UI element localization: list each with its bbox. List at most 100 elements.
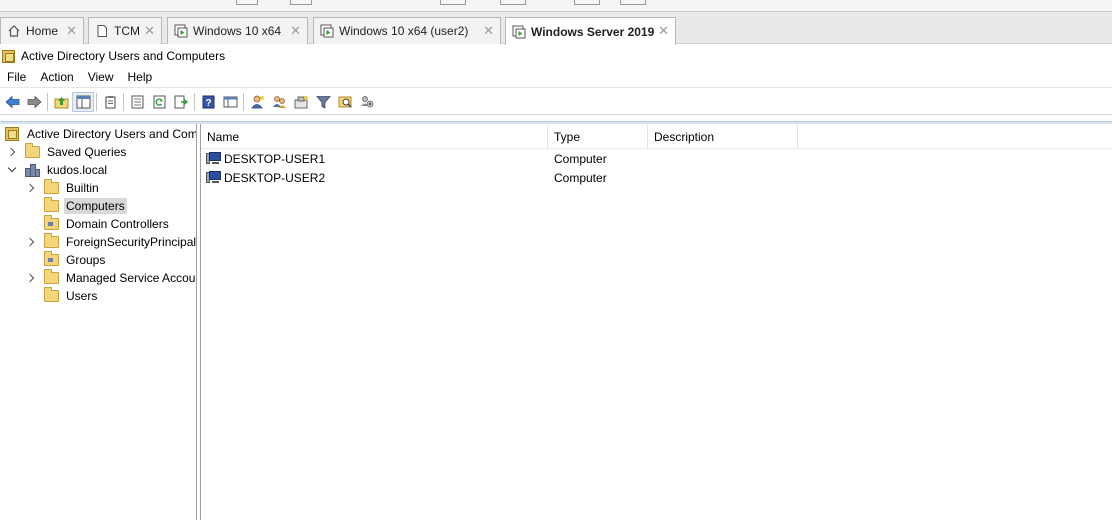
export-list-icon xyxy=(174,95,188,108)
list-row[interactable]: DESKTOP-USER1 Computer xyxy=(201,149,1112,168)
tab-home[interactable]: Home ✕ xyxy=(0,17,84,44)
properties-icon xyxy=(131,95,143,108)
close-icon[interactable]: ✕ xyxy=(66,23,77,39)
close-icon[interactable]: ✕ xyxy=(290,23,301,39)
chevron-right-icon[interactable] xyxy=(26,273,36,283)
forward-arrow-icon xyxy=(27,95,42,108)
tree-root-label: Active Directory Users and Com xyxy=(27,127,197,141)
clipboard-button[interactable] xyxy=(99,92,121,112)
clipboard-icon xyxy=(105,95,115,108)
column-header-description[interactable]: Description xyxy=(648,125,798,149)
tree-item-users[interactable]: Users xyxy=(26,287,99,305)
tree-item-domain-controllers[interactable]: Domain Controllers xyxy=(26,215,171,233)
window-titlebar: Active Directory Users and Computers xyxy=(0,45,1112,67)
add-to-group-icon xyxy=(360,95,373,107)
host-toolbar-button[interactable] xyxy=(500,0,526,5)
refresh-icon xyxy=(153,95,165,108)
find-button[interactable] xyxy=(334,92,356,112)
console-view-button[interactable] xyxy=(219,92,241,112)
folder-icon xyxy=(44,269,59,284)
tree-item-managed-service-accounts[interactable]: Managed Service Accour xyxy=(26,269,197,287)
new-ou-icon xyxy=(294,95,308,108)
ou-folder-icon xyxy=(44,215,59,230)
tab-windows-server-2019[interactable]: Windows Server 2019 ✕ xyxy=(505,17,676,45)
column-header-type[interactable]: Type xyxy=(548,125,648,149)
tree-item-domain[interactable]: kudos.local xyxy=(7,161,109,179)
host-toolbar-button[interactable] xyxy=(236,0,258,5)
tab-label: Windows 10 x64 xyxy=(193,24,282,38)
list-header: Name Type Description xyxy=(201,125,1112,149)
tree-item-builtin[interactable]: Builtin xyxy=(26,179,101,197)
chevron-right-icon[interactable] xyxy=(7,147,17,157)
back-button[interactable] xyxy=(1,92,23,112)
tree-item-label: Groups xyxy=(66,253,106,267)
export-list-button[interactable] xyxy=(170,92,192,112)
tree-root[interactable]: Active Directory Users and Com xyxy=(5,125,197,143)
folder-icon xyxy=(44,179,59,194)
aduc-app-icon xyxy=(2,49,15,63)
close-icon[interactable]: ✕ xyxy=(658,23,669,39)
menu-view[interactable]: View xyxy=(81,70,121,84)
new-group-button[interactable] xyxy=(268,92,290,112)
tab-label: Windows 10 x64 (user2) xyxy=(339,24,469,38)
tree-item-computers[interactable]: Computers xyxy=(26,197,127,215)
tree-item-label: Saved Queries xyxy=(47,145,127,159)
forward-button[interactable] xyxy=(23,92,45,112)
ou-folder-icon xyxy=(44,251,59,266)
tab-windows-10-x64-user2[interactable]: Windows 10 x64 (user2) ✕ xyxy=(313,17,501,44)
folder-icon xyxy=(44,197,59,212)
close-icon[interactable]: ✕ xyxy=(144,23,155,39)
tab-windows-10-x64[interactable]: Windows 10 x64 ✕ xyxy=(167,17,308,44)
column-header-name[interactable]: Name xyxy=(201,125,548,149)
host-toolbar-button[interactable] xyxy=(620,0,646,5)
help-icon: ? xyxy=(202,95,214,109)
filter-icon xyxy=(315,95,331,109)
tree-item-saved-queries[interactable]: Saved Queries xyxy=(7,143,128,161)
up-one-level-button[interactable] xyxy=(50,92,72,112)
menu-help[interactable]: Help xyxy=(121,70,160,84)
help-button[interactable]: ? xyxy=(197,92,219,112)
host-toolbar-button[interactable] xyxy=(290,0,312,5)
vm-icon xyxy=(174,24,188,38)
new-user-button[interactable] xyxy=(246,92,268,112)
properties-button[interactable] xyxy=(126,92,148,112)
new-user-icon xyxy=(250,95,264,108)
chevron-right-icon[interactable] xyxy=(26,183,36,193)
chevron-down-icon[interactable] xyxy=(7,165,17,175)
console-tree: Active Directory Users and Com Saved Que… xyxy=(0,124,197,520)
tab-tcm[interactable]: TCM ✕ xyxy=(88,17,162,44)
menu-file[interactable]: File xyxy=(0,70,33,84)
show-tree-icon xyxy=(76,95,90,108)
tree-item-label: Managed Service Accour xyxy=(66,271,197,285)
domain-icon xyxy=(25,163,40,177)
chevron-right-icon[interactable] xyxy=(26,237,36,247)
tree-item-groups[interactable]: Groups xyxy=(26,251,107,269)
host-toolbar-button[interactable] xyxy=(574,0,600,5)
aduc-root-icon xyxy=(5,127,19,141)
folder-icon xyxy=(44,233,59,248)
find-icon xyxy=(338,96,352,108)
host-toolbar-strip xyxy=(0,0,1112,12)
toolbar-separator xyxy=(194,92,195,111)
new-ou-button[interactable] xyxy=(290,92,312,112)
list-row[interactable]: DESKTOP-USER2 Computer xyxy=(201,168,1112,187)
console-view-icon xyxy=(223,96,237,107)
close-icon[interactable]: ✕ xyxy=(483,23,494,39)
toolbar-separator xyxy=(123,92,124,111)
menu-action[interactable]: Action xyxy=(33,70,80,84)
document-icon xyxy=(95,24,109,38)
show-hide-tree-button[interactable] xyxy=(72,91,94,112)
host-toolbar-button[interactable] xyxy=(440,0,466,5)
row-name: DESKTOP-USER2 xyxy=(224,170,326,185)
tree-item-foreign-security-principals[interactable]: ForeignSecurityPrincipals xyxy=(26,233,196,251)
refresh-button[interactable] xyxy=(148,92,170,112)
row-type: Computer xyxy=(554,151,607,166)
back-arrow-icon xyxy=(4,95,19,108)
computer-icon xyxy=(206,171,222,184)
menubar: File Action View Help xyxy=(0,67,1112,88)
tree-item-label: kudos.local xyxy=(47,163,108,177)
computer-icon xyxy=(206,152,222,165)
add-to-group-button[interactable] xyxy=(356,92,378,112)
filter-button[interactable] xyxy=(312,92,334,112)
window-title: Active Directory Users and Computers xyxy=(21,49,226,63)
